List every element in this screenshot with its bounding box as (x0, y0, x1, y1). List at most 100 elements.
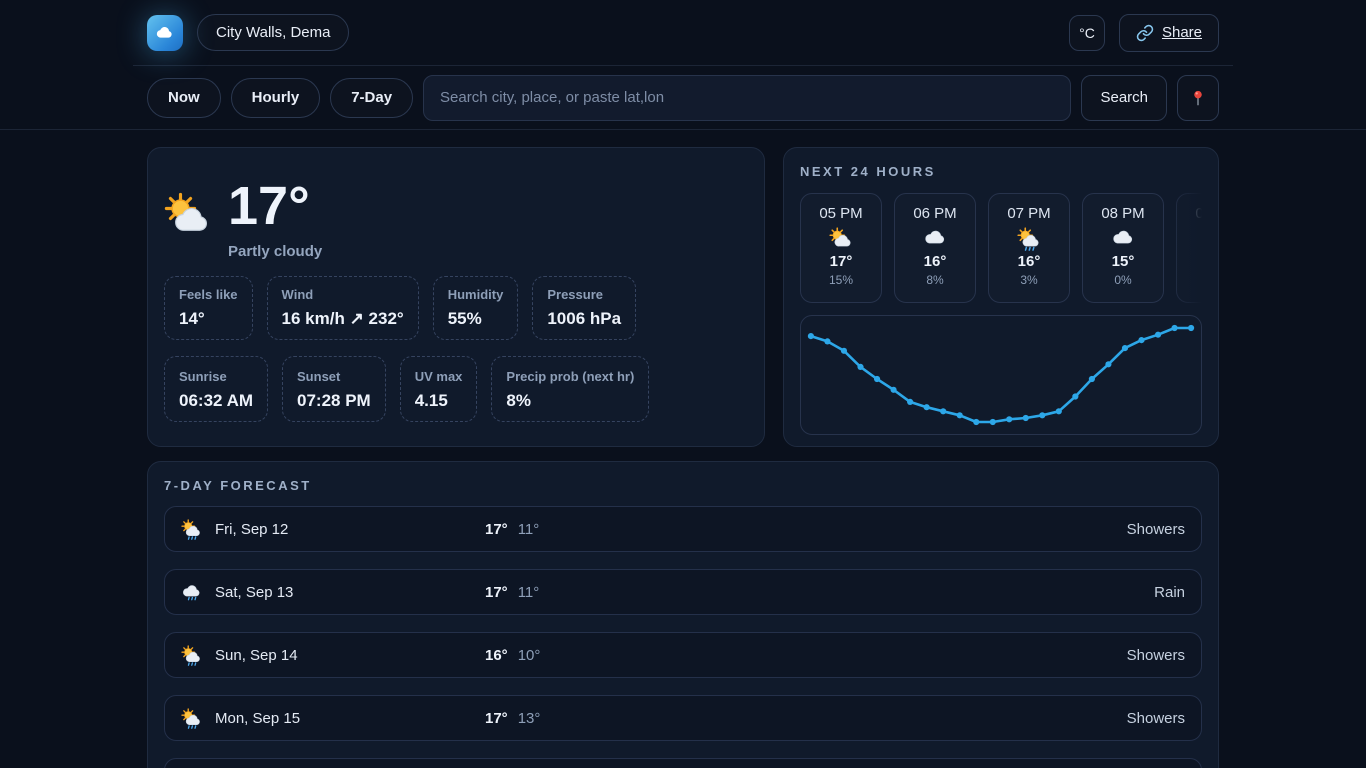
hourly-card: 09 PM 14° 0% (1176, 193, 1202, 303)
next-24-hours-card: NEXT 24 HOURS 05 PM 17° 15% 06 PM 16° 8%… (783, 147, 1219, 447)
seven-day-forecast-title: 7-DAY FORECAST (164, 478, 1202, 493)
nav-tab[interactable]: Hourly (231, 78, 321, 118)
stat-box: Sunrise 06:32 AM (164, 356, 268, 422)
stat-box: Pressure 1006 hPa (532, 276, 636, 340)
day-high-temp: 17° (485, 521, 508, 538)
next-24-hours-title: NEXT 24 HOURS (800, 164, 1202, 179)
current-weather-icon (164, 192, 212, 240)
stat-value: 14° (179, 309, 238, 329)
location-chip[interactable]: City Walls, Dema (197, 14, 349, 51)
share-button[interactable]: Share (1119, 14, 1219, 52)
hour-temp: 17° (801, 253, 881, 270)
stat-value: 07:28 PM (297, 391, 371, 411)
pushpin-icon (1189, 89, 1207, 107)
nav-tab[interactable]: 7-Day (330, 78, 413, 118)
location-label: City Walls, Dema (216, 24, 330, 41)
forecast-day-row: Mon, Sep 15 17° 13° Showers (164, 695, 1202, 741)
stat-label: Wind (282, 287, 404, 302)
day-condition: Showers (540, 710, 1185, 727)
day-low-temp: 13° (518, 710, 541, 727)
hourly-card: 08 PM 15° 0% (1082, 193, 1164, 303)
hour-time: 06 PM (895, 205, 975, 222)
hour-precip-probability: 15% (801, 273, 881, 287)
day-high-temp: 17° (485, 584, 508, 601)
day-weather-icon (181, 519, 202, 540)
forecast-day-row: Sun, Sep 14 16° 10° Showers (164, 632, 1202, 678)
hour-precip-probability: 0% (1177, 273, 1202, 287)
current-condition: Partly cloudy (228, 243, 322, 260)
stat-value: 4.15 (415, 391, 463, 411)
day-high-temp: 16° (485, 647, 508, 664)
forecast-day-row-clipped (164, 758, 1202, 768)
search-button[interactable]: Search (1081, 75, 1167, 121)
hour-precip-probability: 0% (1083, 273, 1163, 287)
seven-day-forecast-card: 7-DAY FORECAST Fri, Sep 12 17° 11° Showe… (147, 461, 1219, 768)
stat-box: Precip prob (next hr) 8% (491, 356, 649, 422)
day-label: Sun, Sep 14 (215, 647, 298, 664)
stat-box: Feels like 14° (164, 276, 253, 340)
current-stats-row-2: Sunrise 06:32 AM Sunset 07:28 PM UV max … (164, 356, 748, 422)
current-temperature: 17° (228, 178, 322, 235)
hourly-card: 06 PM 16° 8% (894, 193, 976, 303)
hourly-card: 05 PM 17° 15% (800, 193, 882, 303)
stat-label: Sunset (297, 369, 371, 384)
hour-time: 05 PM (801, 205, 881, 222)
hour-temp: 16° (989, 253, 1069, 270)
nav-tab[interactable]: Now (147, 78, 221, 118)
hourly-card: 07 PM 16° 3% (988, 193, 1070, 303)
day-weather-icon (181, 582, 202, 603)
stat-label: Feels like (179, 287, 238, 302)
stat-value: 8% (506, 391, 634, 411)
stat-value: 16 km/h ↗ 232° (282, 309, 404, 329)
share-label: Share (1162, 24, 1202, 41)
forecast-day-row: Fri, Sep 12 17° 11° Showers (164, 506, 1202, 552)
hour-time: 07 PM (989, 205, 1069, 222)
day-label: Sat, Sep 13 (215, 584, 293, 601)
stat-box: Wind 16 km/h ↗ 232° (267, 276, 419, 340)
day-low-temp: 10° (518, 647, 541, 664)
day-high-temp: 17° (485, 710, 508, 727)
link-icon (1136, 24, 1154, 42)
stat-label: Humidity (448, 287, 504, 302)
stat-box: Sunset 07:28 PM (282, 356, 386, 422)
stat-label: Precip prob (next hr) (506, 369, 634, 384)
search-input[interactable] (423, 75, 1071, 121)
current-conditions-card: 17° Partly cloudy Feels like 14° Wind 16… (147, 147, 765, 447)
forecast-day-row: Sat, Sep 13 17° 11° Rain (164, 569, 1202, 615)
temperature-sparkline-chart (800, 315, 1202, 435)
stat-box: Humidity 55% (433, 276, 519, 340)
day-low-temp: 11° (518, 521, 540, 538)
hourly-scroll-row[interactable]: 05 PM 17° 15% 06 PM 16° 8% 07 PM 16° 3% (800, 193, 1202, 303)
hour-precip-probability: 3% (989, 273, 1069, 287)
app-logo[interactable] (147, 15, 183, 51)
day-condition: Showers (540, 647, 1185, 664)
unit-toggle-button[interactable]: °C (1069, 15, 1105, 51)
hour-time: 08 PM (1083, 205, 1163, 222)
stat-value: 1006 hPa (547, 309, 621, 329)
hour-weather-icon (923, 227, 947, 251)
app-header: City Walls, Dema °C Share (0, 0, 1366, 66)
hour-weather-icon (1111, 227, 1135, 251)
hour-precip-probability: 8% (895, 273, 975, 287)
stat-value: 55% (448, 309, 504, 329)
stat-value: 06:32 AM (179, 391, 253, 411)
hour-temp: 16° (895, 253, 975, 270)
day-label: Fri, Sep 12 (215, 521, 288, 538)
hour-weather-icon (1017, 227, 1041, 251)
stat-label: UV max (415, 369, 463, 384)
hour-weather-icon (829, 227, 853, 251)
logo-cloud-icon (155, 23, 175, 43)
day-condition: Rain (539, 584, 1185, 601)
day-label: Mon, Sep 15 (215, 710, 300, 727)
day-condition: Showers (539, 521, 1185, 538)
nav-bar: NowHourly7-Day Search (0, 66, 1366, 130)
locate-button[interactable] (1177, 75, 1219, 121)
stat-label: Pressure (547, 287, 621, 302)
stat-box: UV max 4.15 (400, 356, 478, 422)
current-stats-row-1: Feels like 14° Wind 16 km/h ↗ 232° Humid… (164, 276, 748, 340)
day-low-temp: 11° (518, 584, 540, 601)
main-content: 17° Partly cloudy Feels like 14° Wind 16… (133, 147, 1233, 768)
day-weather-icon (181, 645, 202, 666)
stat-label: Sunrise (179, 369, 253, 384)
hour-time: 09 PM (1177, 205, 1202, 222)
